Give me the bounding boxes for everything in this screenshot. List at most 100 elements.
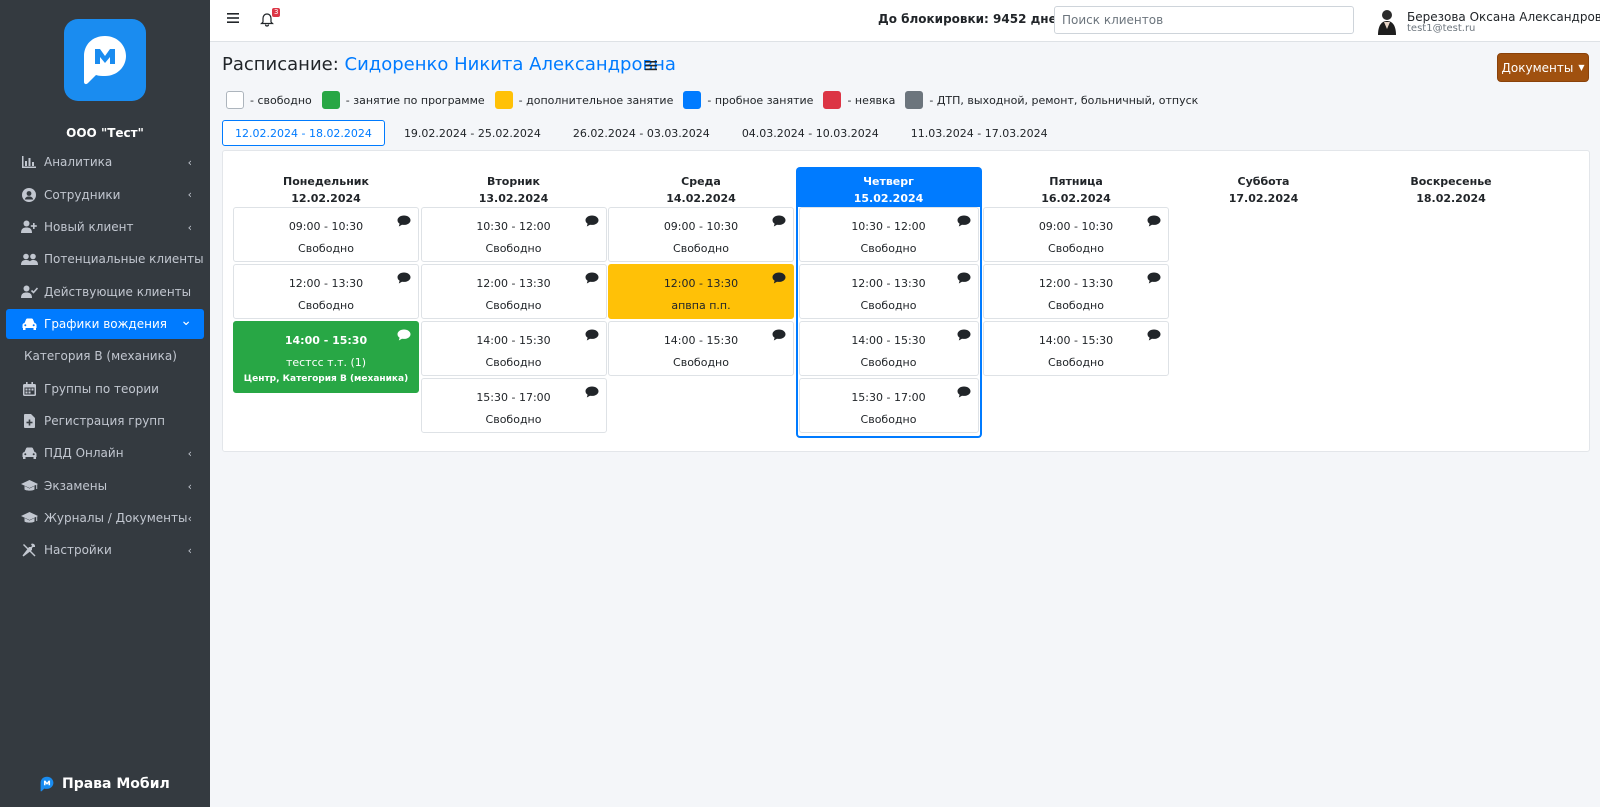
time-slot[interactable]: 09:00 - 10:30 Свободно (983, 207, 1169, 262)
file-plus-icon (20, 413, 38, 428)
sidebar-item-3[interactable]: Новый клиент ‹ (0, 211, 210, 243)
legend-item: - ДТП, выходной, ремонт, больничный, отп… (905, 91, 1198, 109)
legend-swatch (823, 91, 842, 109)
comment-icon[interactable] (957, 329, 971, 341)
comment-icon[interactable] (1147, 329, 1161, 341)
week-tabs: 12.02.2024 - 18.02.2024 19.02.2024 - 25.0… (222, 120, 1067, 146)
sidebar-item-13[interactable]: Настройки ‹ (0, 534, 210, 566)
time-slot[interactable]: 14:00 - 15:30 Свободно (798, 321, 979, 376)
tab-week-3[interactable]: 26.02.2024 - 03.03.2024 (560, 120, 723, 146)
sidebar-item-label: Регистрация групп (44, 413, 165, 428)
sidebar-item-9[interactable]: Регистрация групп (0, 405, 210, 437)
schedule-card: Понедельник 12.02.2024 09:00 - 10:30 Свобод… (222, 150, 1590, 452)
slot-status: Свободно (485, 413, 542, 426)
sidebar-item-12[interactable]: Журналы / Документы ‹ (0, 502, 210, 534)
comment-icon[interactable] (585, 329, 599, 341)
day-column: Воскресенье 18.02.2024 (1358, 167, 1544, 207)
day-date: 16.02.2024 (1041, 192, 1111, 205)
sidebar-item-11[interactable]: Экзамены ‹ (0, 470, 210, 502)
legend: - свободно - занятие по программе - дополн… (226, 91, 1208, 109)
comment-icon[interactable] (585, 272, 599, 284)
comment-icon[interactable] (772, 272, 786, 284)
user-name[interactable]: Березова Оксана Александровна (1407, 10, 1600, 24)
menu-toggle-icon[interactable] (227, 12, 239, 24)
sidebar-item-7[interactable]: Категория B (механика) (0, 340, 210, 372)
sidebar-item-2[interactable]: Сотрудники ‹ (0, 178, 210, 210)
documents-button[interactable]: Документы ▼ (1497, 53, 1589, 82)
slot-time: 12:00 - 13:30 (288, 277, 364, 290)
comment-icon[interactable] (772, 215, 786, 227)
day-header: Суббота 17.02.2024 (1171, 167, 1357, 207)
tab-week-1[interactable]: 12.02.2024 - 18.02.2024 (222, 120, 385, 146)
comment-icon[interactable] (397, 329, 411, 341)
app-logo[interactable] (64, 19, 146, 101)
time-slot[interactable]: 15:30 - 17:00 Свободно (798, 378, 979, 433)
time-slot[interactable]: 15:30 - 17:00 Свободно (420, 378, 607, 433)
tab-week-5[interactable]: 11.03.2024 - 17.03.2024 (898, 120, 1061, 146)
time-slot[interactable]: 14:00 - 15:30 тестсс т.т. (1) Центр, Катег… (233, 321, 419, 393)
sidebar-item-4[interactable]: Потенциальные клиенты (0, 243, 210, 275)
slot-time: 09:00 - 10:30 (288, 220, 364, 233)
chevron-left-icon: ‹ (187, 220, 192, 234)
time-slot[interactable]: 14:00 - 15:30 Свободно (608, 321, 794, 376)
sidebar-item-1[interactable]: Аналитика ‹ (0, 146, 210, 178)
car-icon (20, 317, 38, 331)
comment-icon[interactable] (397, 215, 411, 227)
sidebar-item-5[interactable]: Действующие клиенты (0, 276, 210, 308)
sidebar-item-10[interactable]: ПДД Онлайн ‹ (0, 437, 210, 469)
slot-status: Свободно (673, 356, 729, 369)
day-column: Понедельник 12.02.2024 09:00 - 10:30 Свобод… (233, 167, 419, 395)
time-slot[interactable]: 09:00 - 10:30 Свободно (608, 207, 794, 262)
time-slot[interactable]: 14:00 - 15:30 Свободно (420, 321, 607, 376)
comment-icon[interactable] (957, 272, 971, 284)
legend-item: - свободно (226, 91, 312, 109)
time-slot[interactable]: 12:00 - 13:30 Свободно (233, 264, 419, 319)
tab-week-2[interactable]: 19.02.2024 - 25.02.2024 (391, 120, 554, 146)
day-name: Пятница (1049, 175, 1103, 188)
sidebar-item-8[interactable]: Группы по теории (0, 372, 210, 404)
avatar[interactable] (1376, 7, 1398, 35)
chevron-left-icon: ‹ (187, 479, 192, 493)
user-plus-icon (20, 220, 38, 234)
tab-week-4[interactable]: 04.03.2024 - 10.03.2024 (729, 120, 892, 146)
chevron-left-icon: ‹ (187, 544, 192, 558)
comment-icon[interactable] (585, 386, 599, 398)
time-slot[interactable]: 14:00 - 15:30 Свободно (983, 321, 1169, 376)
day-header: Среда 14.02.2024 (608, 167, 794, 207)
slot-list: 09:00 - 10:30 Свободно 12:00 - 13:30 Свобод… (233, 207, 419, 393)
time-slot[interactable]: 10:30 - 12:00 Свободно (420, 207, 607, 262)
comment-icon[interactable] (397, 272, 411, 284)
slot-status: Свободно (485, 356, 542, 369)
sidebar-item-label: Категория B (механика) (24, 349, 177, 364)
time-slot[interactable]: 09:00 - 10:30 Свободно (233, 207, 419, 262)
chevron-left-icon: ‹ (187, 447, 192, 461)
comment-icon[interactable] (957, 215, 971, 227)
comment-icon[interactable] (1147, 215, 1161, 227)
sidebar-item-label: Экзамены (44, 478, 108, 493)
slot-status: Свободно (1048, 299, 1104, 312)
client-search-input[interactable] (1054, 6, 1354, 34)
comment-icon[interactable] (1147, 272, 1161, 284)
sidebar-item-6[interactable]: Графики вождения ⌄ (6, 308, 204, 339)
comment-icon[interactable] (585, 215, 599, 227)
time-slot[interactable]: 12:00 - 13:30 Свободно (983, 264, 1169, 319)
slot-time: 10:30 - 12:00 (476, 220, 551, 233)
sidebar: ООО "Тест" Аналитика ‹ Сотрудники ‹ Новый кл… (0, 0, 210, 807)
day-date: 12.02.2024 (291, 192, 361, 205)
time-slot[interactable]: 12:00 - 13:30 Свободно (420, 264, 607, 319)
time-slot[interactable]: 10:30 - 12:00 Свободно (798, 207, 979, 262)
comment-icon[interactable] (772, 329, 786, 341)
time-slot[interactable]: 12:00 - 13:30 Свободно (798, 264, 979, 319)
instructor-name[interactable]: Сидоренко Никита Александровна (345, 54, 676, 75)
day-column: Четверг 15.02.2024 10:30 - 12:00 Свободно 12… (795, 167, 982, 438)
sidebar-item-label: Группы по теории (44, 381, 159, 396)
day-date: 15.02.2024 (853, 192, 924, 205)
comment-icon[interactable] (957, 386, 971, 398)
slot-status: Свободно (298, 299, 354, 312)
slot-time: 15:30 - 17:00 (476, 391, 551, 404)
day-date: 18.02.2024 (1416, 192, 1486, 205)
list-menu-icon[interactable] (645, 60, 657, 71)
slot-place: Центр, Категория B (механика) (243, 374, 409, 384)
time-slot[interactable]: 12:00 - 13:30 апвпа п.п. (608, 264, 794, 319)
sidebar-item-label: Действующие клиенты (44, 284, 192, 299)
